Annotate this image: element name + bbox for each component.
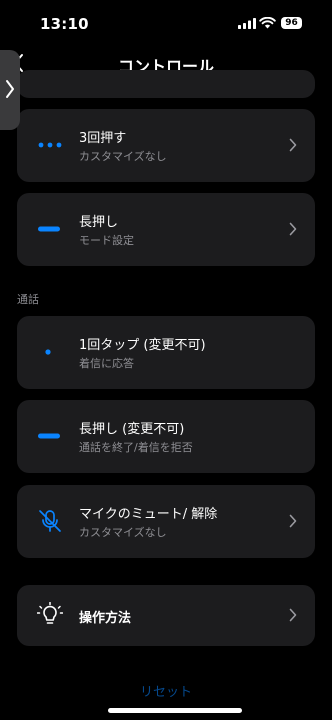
long-press-row[interactable]: 長押し モード設定 (17, 193, 315, 266)
mic-mute-subtitle: カスタマイズなし (79, 526, 167, 539)
dash-icon (38, 433, 60, 439)
how-to-title: 操作方法 (79, 611, 132, 626)
chevron-right-icon (289, 514, 297, 528)
call-single-tap-row: 1回タップ (変更不可) 着信に応答 (17, 316, 315, 389)
home-indicator[interactable] (108, 708, 242, 713)
long-press-title: 長押し (79, 215, 119, 230)
reset-button[interactable]: リセット (0, 681, 332, 700)
chevron-right-icon (289, 222, 297, 236)
chevron-right-icon (289, 138, 297, 152)
call-long-press-title: 長押し (変更不可) (79, 422, 185, 437)
mic-mute-title: マイクのミュート/ 解除 (79, 507, 218, 522)
section-label-calls: 通話 (17, 293, 39, 306)
call-single-tap-subtitle: 着信に応答 (79, 357, 134, 370)
triple-press-title: 3回押す (79, 131, 127, 146)
long-press-subtitle: モード設定 (79, 234, 134, 247)
chevron-right-icon (289, 608, 297, 622)
expand-chevron-icon (6, 80, 14, 98)
previous-card-partial (17, 70, 315, 98)
dash-icon (38, 226, 60, 232)
dot-icon (45, 349, 51, 355)
call-long-press-row: 長押し (変更不可) 通話を終了/着信を拒否 (17, 400, 315, 473)
call-single-tap-title: 1回タップ (変更不可) (79, 338, 206, 353)
status-time: 13:10 (40, 15, 89, 33)
battery-indicator: 96 (281, 17, 302, 29)
side-expand-handle[interactable] (0, 50, 20, 130)
triple-press-subtitle: カスタマイズなし (79, 150, 167, 163)
triple-press-row[interactable]: 3回押す カスタマイズなし (17, 109, 315, 182)
status-bar: 13:10 96 (0, 0, 332, 48)
lightbulb-icon (37, 602, 63, 624)
mic-off-icon (39, 510, 61, 532)
wifi-icon (259, 17, 276, 29)
mic-mute-row[interactable]: マイクのミュート/ 解除 カスタマイズなし (17, 485, 315, 558)
dots-icon (38, 142, 62, 148)
call-long-press-subtitle: 通話を終了/着信を拒否 (79, 441, 193, 454)
cellular-signal-icon (238, 18, 256, 29)
how-to-row[interactable]: 操作方法 (17, 585, 315, 646)
